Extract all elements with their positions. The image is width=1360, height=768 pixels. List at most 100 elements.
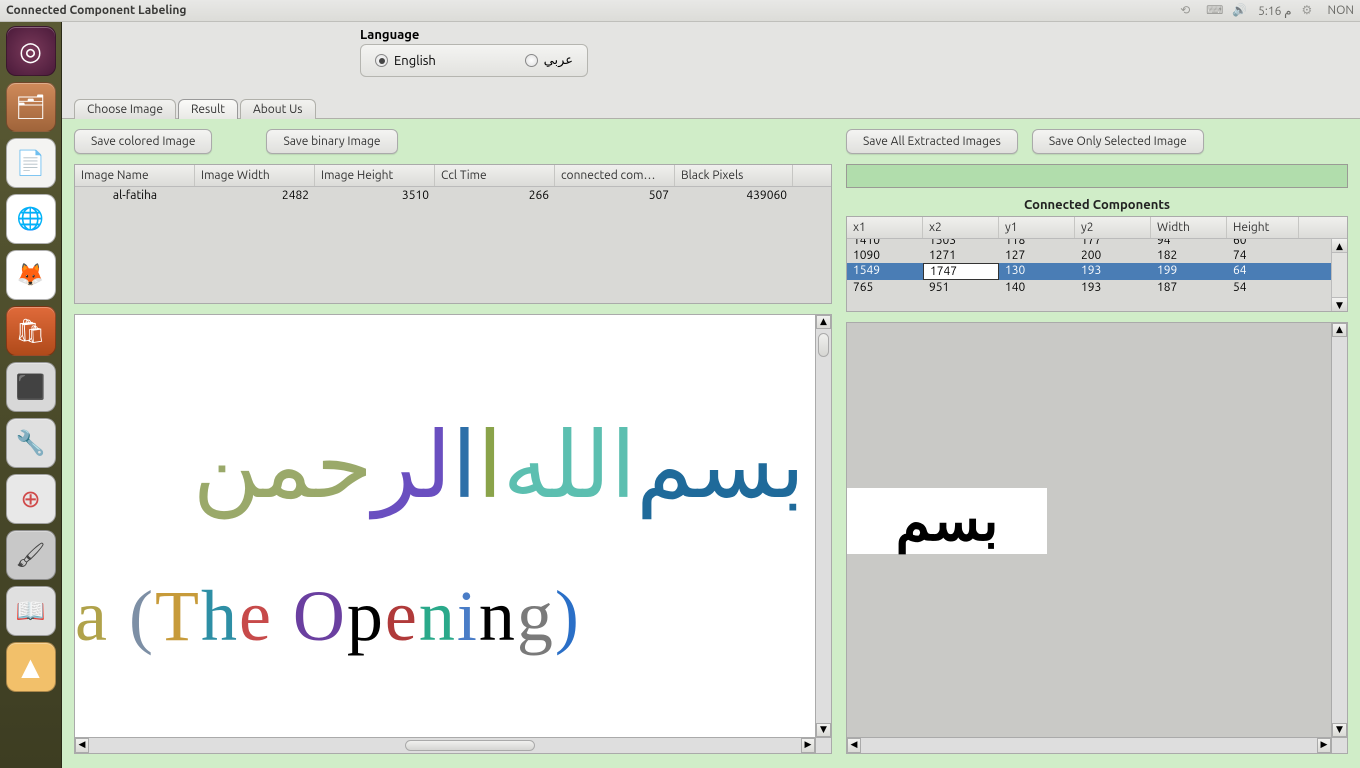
scroll-up-icon[interactable]: ▲ (816, 315, 831, 329)
cc-header[interactable]: y1 (999, 217, 1075, 238)
cc-cell: 951 (923, 280, 999, 295)
component-canvas[interactable]: بسم (847, 323, 1331, 737)
scroll-up-icon[interactable]: ▲ (1332, 239, 1347, 253)
launcher-files[interactable]: 🗂 (6, 82, 56, 132)
vertical-scrollbar[interactable]: ▲ ▼ (815, 315, 831, 737)
scroll-thumb[interactable] (818, 333, 829, 357)
radio-english[interactable]: English (375, 54, 436, 68)
cc-header[interactable]: Width (1151, 217, 1227, 238)
latin-text-render: a (The Opening) (75, 575, 581, 658)
save-selected-button[interactable]: Save Only Selected Image (1032, 129, 1204, 154)
launcher-virtualbox[interactable]: ⬛ (6, 362, 56, 412)
image-info-table: Image NameImage WidthImage HeightCcl Tim… (74, 164, 832, 304)
launcher-software[interactable]: 🛍 (6, 306, 56, 356)
tab-choose-image[interactable]: Choose Image (74, 99, 176, 119)
cc-cell: 187 (1151, 280, 1227, 295)
save-all-button[interactable]: Save All Extracted Images (846, 129, 1018, 154)
component-viewer: بسم ▲ ▼ ◀ ▶ (846, 322, 1348, 754)
info-header[interactable]: Ccl Time (435, 165, 555, 186)
scroll-up-icon[interactable]: ▲ (1332, 323, 1347, 337)
launcher-gimp[interactable]: 🖌 (6, 530, 56, 580)
cc-row[interactable]: 76595114019318754 (847, 280, 1347, 295)
radio-dot-icon (375, 54, 388, 67)
info-cell: 439060 (675, 187, 793, 204)
user-indicator[interactable]: NON (1328, 4, 1354, 17)
cc-table: x1x2y1y2WidthHeight 14101503118177946010… (846, 216, 1348, 312)
scroll-down-icon[interactable]: ▼ (1332, 723, 1347, 737)
launcher-dash[interactable]: ◎ (6, 26, 56, 76)
tab-bar: Choose Image Result About Us (62, 94, 1360, 118)
info-header[interactable]: Image Height (315, 165, 435, 186)
cc-header[interactable]: x1 (847, 217, 923, 238)
cc-cell: 130 (999, 263, 1075, 280)
cc-title: Connected Components (846, 194, 1348, 216)
launcher-sysmon[interactable]: ⊕ (6, 474, 56, 524)
cc-scrollbar[interactable]: ▲ ▼ (1331, 239, 1347, 311)
cc-cell: 1410 (847, 239, 923, 248)
scroll-right-icon[interactable]: ▶ (1317, 738, 1331, 753)
launcher-settings[interactable]: 🔧 (6, 418, 56, 468)
cc-cell: 140 (999, 280, 1075, 295)
scroll-left-icon[interactable]: ◀ (847, 738, 861, 753)
save-colored-button[interactable]: Save colored Image (74, 129, 212, 154)
cc-cell: 1090 (847, 248, 923, 263)
bag-icon: 🛍 (15, 317, 45, 345)
scroll-thumb[interactable] (405, 740, 535, 751)
scroll-down-icon[interactable]: ▼ (816, 723, 831, 737)
scroll-left-icon[interactable]: ◀ (75, 738, 89, 753)
info-cell: 2482 (195, 187, 315, 204)
info-header[interactable]: Image Width (195, 165, 315, 186)
info-header[interactable]: Black Pixels (675, 165, 793, 186)
info-cell: al-fatiha (75, 187, 195, 204)
radio-dot-icon (525, 54, 538, 67)
arabic-text-render: بسم الله ا ا لر حمن (75, 395, 805, 556)
sync-icon[interactable]: ⟲ (1180, 3, 1196, 19)
app-window: Language English عربي Choose Image Resul… (62, 22, 1360, 768)
colored-image-viewer: بسم الله ا ا لر حمن a (The Opening) ▲ ▼ … (74, 314, 832, 754)
keyboard-icon[interactable]: ⌨ (1206, 3, 1222, 19)
result-content: Save colored Image Save binary Image Ima… (62, 119, 1360, 768)
vertical-scrollbar[interactable]: ▲ ▼ (1331, 323, 1347, 737)
system-tray: ⟲ ⌨ 🔊 5:16 م ⚙ NON (1180, 3, 1354, 19)
files-icon: 🗂 (15, 93, 45, 121)
volume-icon[interactable]: 🔊 (1232, 3, 1248, 19)
colored-image-canvas[interactable]: بسم الله ا ا لر حمن a (The Opening) (75, 315, 815, 737)
cc-header[interactable]: y2 (1075, 217, 1151, 238)
cc-row[interactable]: 1090127112720018274 (847, 248, 1347, 263)
document-icon: 📄 (16, 149, 46, 177)
save-binary-button[interactable]: Save binary Image (266, 129, 397, 154)
unity-launcher: ◎ 🗂 📄 🌐 🦊 🛍 ⬛ 🔧 ⊕ 🖌 📖 ▲ (0, 22, 62, 768)
cc-header[interactable]: Height (1227, 217, 1299, 238)
gear-icon[interactable]: ⚙ (1302, 3, 1318, 19)
horizontal-scrollbar[interactable]: ◀ ▶ (847, 737, 1331, 753)
cc-row[interactable]: 1549174713019319964 (847, 263, 1347, 280)
cc-cell: 54 (1227, 280, 1299, 295)
horizontal-scrollbar[interactable]: ◀ ▶ (75, 737, 815, 753)
radio-arabic[interactable]: عربي (525, 53, 573, 68)
info-header[interactable]: Image Name (75, 165, 195, 186)
system-menubar: Connected Component Labeling ⟲ ⌨ 🔊 5:16 … (0, 0, 1360, 22)
cc-cell: 1747 (923, 263, 999, 280)
scroll-corner (1331, 737, 1347, 753)
launcher-vlc[interactable]: ▲ (6, 642, 56, 692)
launcher-writer[interactable]: 📄 (6, 138, 56, 188)
cc-cell: 127 (999, 248, 1075, 263)
tab-result[interactable]: Result (178, 99, 238, 119)
scroll-down-icon[interactable]: ▼ (1332, 297, 1347, 311)
cc-cell: 199 (1151, 263, 1227, 280)
tab-about-us[interactable]: About Us (240, 99, 316, 119)
cc-row[interactable]: 141015031181779460 (847, 239, 1347, 248)
launcher-dictionary[interactable]: 📖 (6, 586, 56, 636)
cc-header[interactable]: x2 (923, 217, 999, 238)
launcher-chrome[interactable]: 🌐 (6, 194, 56, 244)
launcher-firefox[interactable]: 🦊 (6, 250, 56, 300)
cc-cell: 94 (1151, 239, 1227, 248)
firefox-icon: 🦊 (17, 262, 44, 288)
info-header[interactable]: connected com… (555, 165, 675, 186)
cc-cell: 1271 (923, 248, 999, 263)
scroll-right-icon[interactable]: ▶ (801, 738, 815, 753)
clock[interactable]: 5:16 م (1258, 4, 1291, 18)
info-cell: 3510 (315, 187, 435, 204)
cc-title-box (846, 164, 1348, 188)
cc-cell: 118 (999, 239, 1075, 248)
